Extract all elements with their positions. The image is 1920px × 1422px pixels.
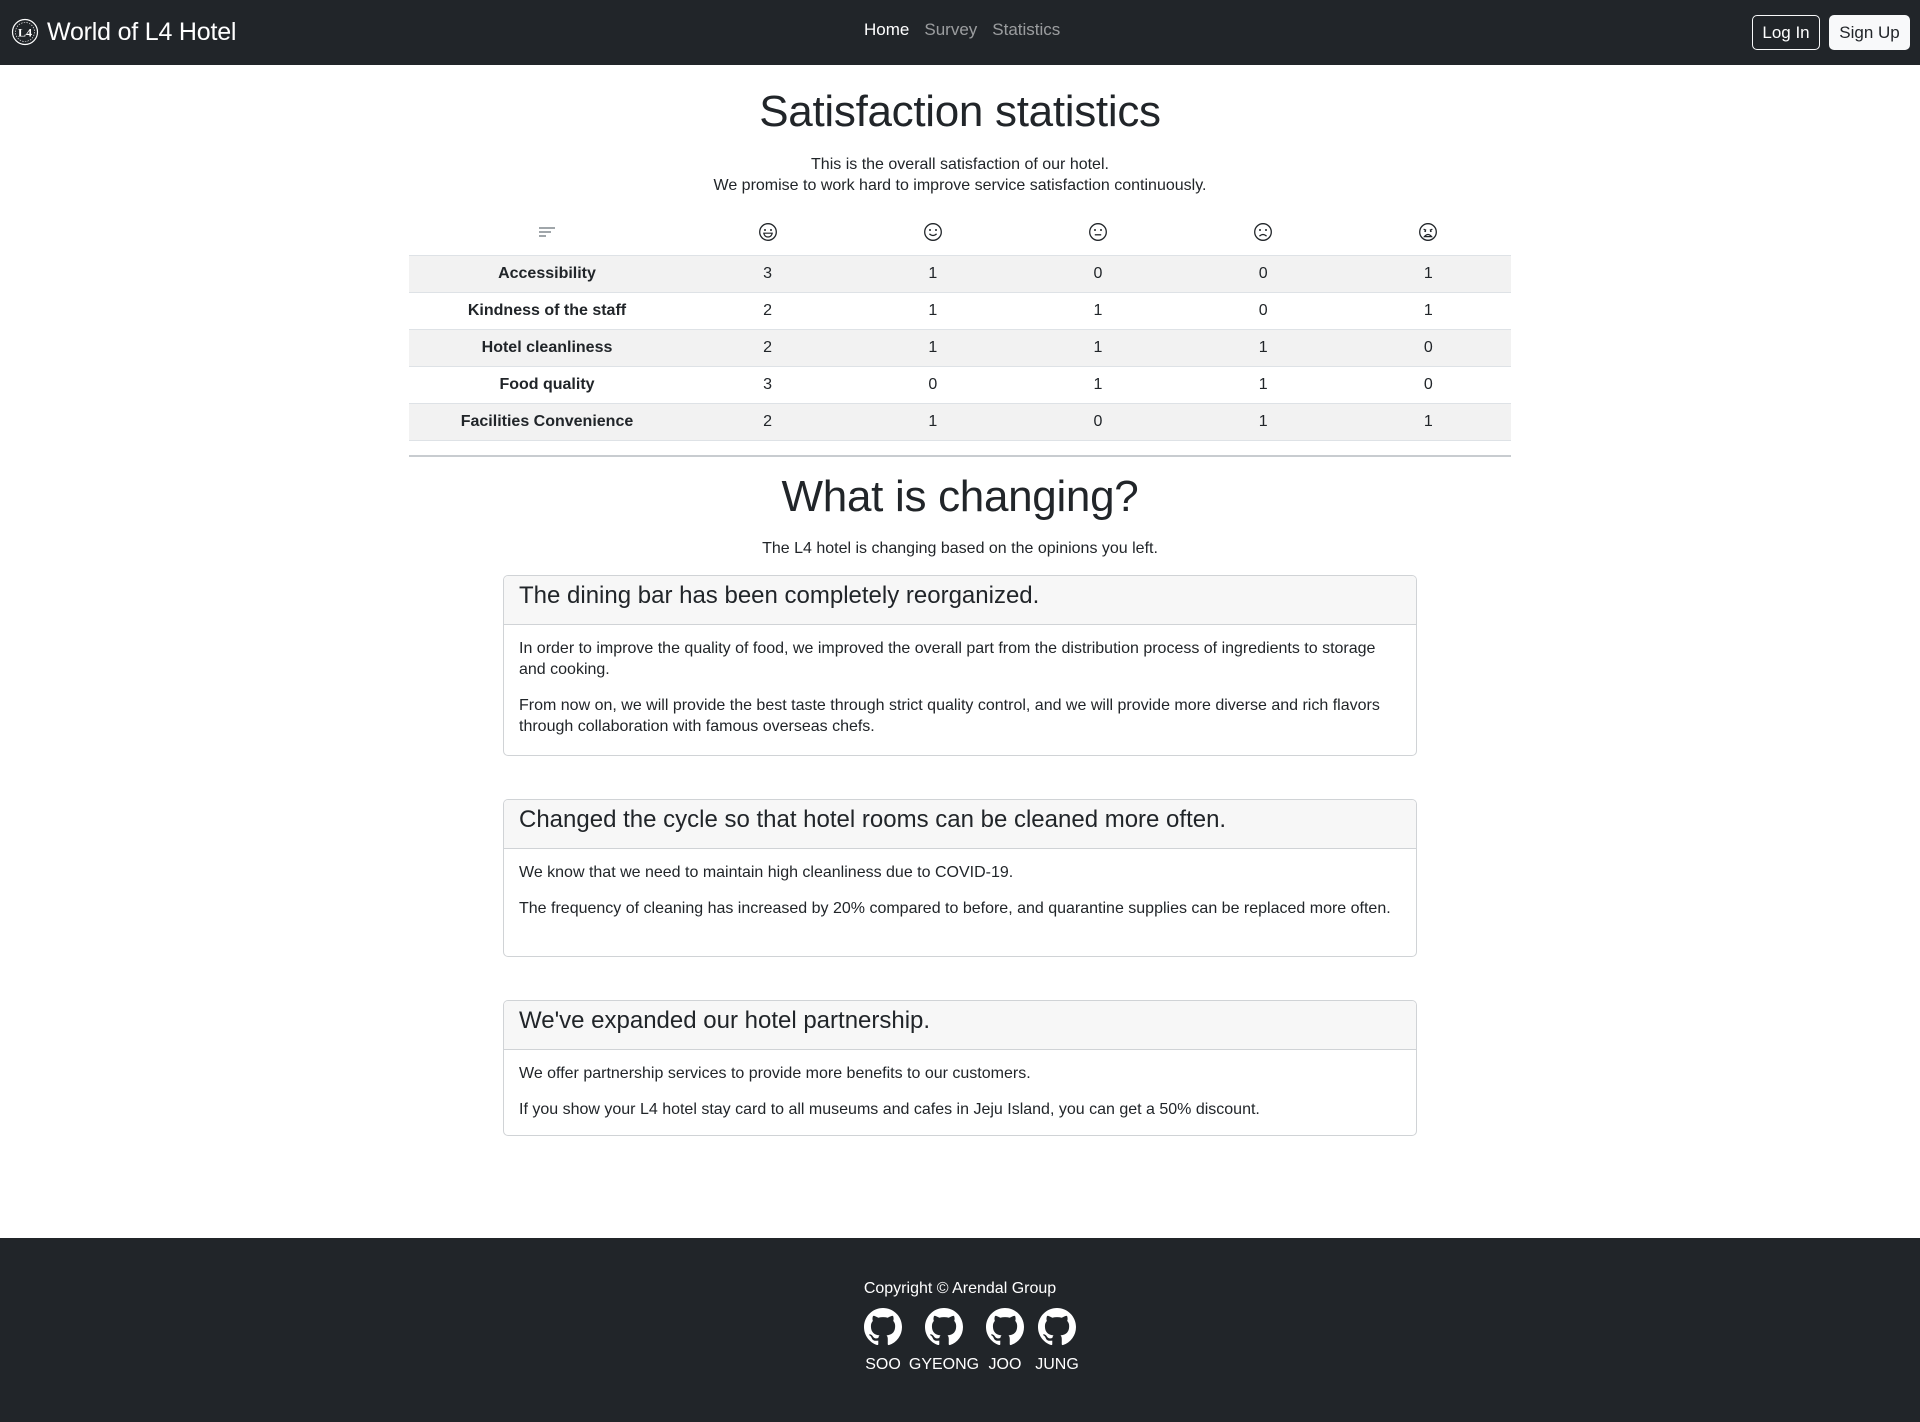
github-icon bbox=[864, 1308, 902, 1346]
table-cell: 0 bbox=[1180, 255, 1346, 293]
nav-link-survey[interactable]: Survey bbox=[924, 20, 977, 40]
card-body: In order to improve the quality of food,… bbox=[504, 625, 1416, 751]
statistics-subtitle-line-1: This is the overall satisfaction of our … bbox=[811, 156, 1109, 173]
card-paragraph: If you show your L4 hotel stay card to a… bbox=[519, 1101, 1260, 1118]
card-header: The dining bar has been completely reorg… bbox=[504, 576, 1416, 625]
member-name: JUNG bbox=[1035, 1356, 1079, 1373]
svg-text:L4: L4 bbox=[18, 26, 32, 40]
table-cell: 0 bbox=[1345, 366, 1511, 404]
card-paragraph: We know that we need to maintain high cl… bbox=[519, 864, 1014, 881]
card-header: Changed the cycle so that hotel rooms ca… bbox=[504, 800, 1416, 849]
card-header: We've expanded our hotel partnership. bbox=[504, 1001, 1416, 1050]
table-cell: 1 bbox=[1015, 292, 1181, 330]
satisfied-face-icon bbox=[923, 223, 942, 242]
change-card: The dining bar has been completely reorg… bbox=[503, 575, 1417, 756]
table-row: Accessibility 3 1 0 0 1 bbox=[409, 255, 1511, 293]
table-row: Facilities Convenience 2 1 0 1 1 bbox=[409, 403, 1511, 441]
table-cell: 0 bbox=[1180, 292, 1346, 330]
login-button[interactable]: Log In bbox=[1752, 15, 1820, 50]
nav-link-statistics[interactable]: Statistics bbox=[992, 20, 1060, 40]
changes-subtitle: The L4 hotel is changing based on the op… bbox=[762, 540, 1158, 557]
very-satisfied-face-icon bbox=[758, 223, 777, 242]
statistics-subtitle: This is the overall satisfaction of our … bbox=[0, 154, 1920, 196]
card-body: We know that we need to maintain high cl… bbox=[504, 849, 1416, 933]
table-cell: 0 bbox=[1015, 255, 1181, 293]
table-cell: 1 bbox=[1180, 403, 1346, 441]
table-cell: 1 bbox=[850, 329, 1016, 367]
table-row: Hotel cleanliness 2 1 1 1 0 bbox=[409, 329, 1511, 367]
member-link-soo[interactable]: SOO bbox=[860, 1308, 906, 1374]
hotel-emblem-icon: L4 bbox=[11, 18, 39, 46]
statistics-subtitle-line-2: We promise to work hard to improve servi… bbox=[713, 177, 1207, 194]
table-cell: 1 bbox=[1345, 255, 1511, 293]
card-paragraph: We offer partnership services to provide… bbox=[519, 1065, 1031, 1082]
header-very-dissatisfied bbox=[1345, 210, 1511, 256]
table-header-row bbox=[409, 210, 1511, 256]
row-label: Food quality bbox=[409, 366, 685, 404]
header-very-satisfied bbox=[685, 210, 851, 256]
row-label: Accessibility bbox=[409, 255, 685, 293]
member-link-gyeong[interactable]: GYEONG bbox=[908, 1308, 980, 1374]
satisfaction-table: Accessibility 3 1 0 0 1 Kindness of the … bbox=[409, 210, 1511, 441]
table-cell: 3 bbox=[685, 366, 851, 404]
table-cell: 0 bbox=[850, 366, 1016, 404]
header-category bbox=[409, 210, 685, 256]
header-satisfied bbox=[850, 210, 1016, 256]
table-cell: 1 bbox=[1180, 329, 1346, 367]
table-cell: 1 bbox=[1180, 366, 1346, 404]
member-name: SOO bbox=[865, 1356, 901, 1373]
sort-lines-icon bbox=[539, 227, 555, 237]
table-cell: 1 bbox=[1345, 292, 1511, 330]
table-cell: 1 bbox=[850, 255, 1016, 293]
member-name: JOO bbox=[988, 1356, 1022, 1373]
section-divider bbox=[409, 455, 1511, 457]
card-paragraph: In order to improve the quality of food,… bbox=[519, 640, 1376, 678]
table-cell: 0 bbox=[1345, 329, 1511, 367]
header-neutral bbox=[1015, 210, 1181, 256]
table-cell: 0 bbox=[1015, 403, 1181, 441]
table-cell: 1 bbox=[850, 403, 1016, 441]
statistics-title: Satisfaction statistics bbox=[759, 87, 1161, 136]
change-card: We've expanded our hotel partnership. We… bbox=[503, 1000, 1417, 1136]
member-link-joo[interactable]: JOO bbox=[982, 1308, 1028, 1374]
member-link-jung[interactable]: JUNG bbox=[1034, 1308, 1080, 1374]
table-cell: 1 bbox=[1015, 329, 1181, 367]
team-members: SOO GYEONG JOO JUNG bbox=[860, 1308, 1080, 1374]
copyright-text: Copyright © Arendal Group bbox=[863, 1280, 1057, 1297]
row-label: Facilities Convenience bbox=[409, 403, 685, 441]
table-cell: 3 bbox=[685, 255, 851, 293]
table-cell: 1 bbox=[1015, 366, 1181, 404]
table-row: Kindness of the staff 2 1 1 0 1 bbox=[409, 292, 1511, 330]
nav-link-home[interactable]: Home bbox=[864, 20, 909, 40]
footer: Copyright © Arendal Group SOO GYEONG JOO… bbox=[0, 1238, 1920, 1422]
member-name: GYEONG bbox=[908, 1356, 980, 1373]
table-cell: 1 bbox=[1345, 403, 1511, 441]
card-paragraph: The frequency of cleaning has increased … bbox=[519, 900, 1391, 917]
changes-title: What is changing? bbox=[781, 472, 1139, 521]
brand-link[interactable]: L4 World of L4 Hotel bbox=[11, 16, 236, 48]
header-dissatisfied bbox=[1180, 210, 1346, 256]
table-cell: 1 bbox=[850, 292, 1016, 330]
brand-title: World of L4 Hotel bbox=[47, 17, 237, 46]
github-icon bbox=[1038, 1308, 1076, 1346]
table-cell: 2 bbox=[685, 292, 851, 330]
github-icon bbox=[986, 1308, 1024, 1346]
signup-button[interactable]: Sign Up bbox=[1829, 15, 1910, 50]
navbar: L4 World of L4 Hotel Home Survey Statist… bbox=[0, 0, 1920, 65]
row-label: Hotel cleanliness bbox=[409, 329, 685, 367]
change-card: Changed the cycle so that hotel rooms ca… bbox=[503, 799, 1417, 957]
very-dissatisfied-face-icon bbox=[1419, 223, 1438, 242]
row-label: Kindness of the staff bbox=[409, 292, 685, 330]
table-cell: 2 bbox=[685, 329, 851, 367]
github-icon bbox=[925, 1308, 963, 1346]
dissatisfied-face-icon bbox=[1254, 223, 1273, 242]
table-cell: 2 bbox=[685, 403, 851, 441]
neutral-face-icon bbox=[1089, 223, 1107, 242]
card-body: We offer partnership services to provide… bbox=[504, 1050, 1416, 1134]
main-nav: Home Survey Statistics bbox=[864, 20, 1060, 40]
table-row: Food quality 3 0 1 1 0 bbox=[409, 366, 1511, 404]
card-paragraph: From now on, we will provide the best ta… bbox=[519, 697, 1380, 735]
